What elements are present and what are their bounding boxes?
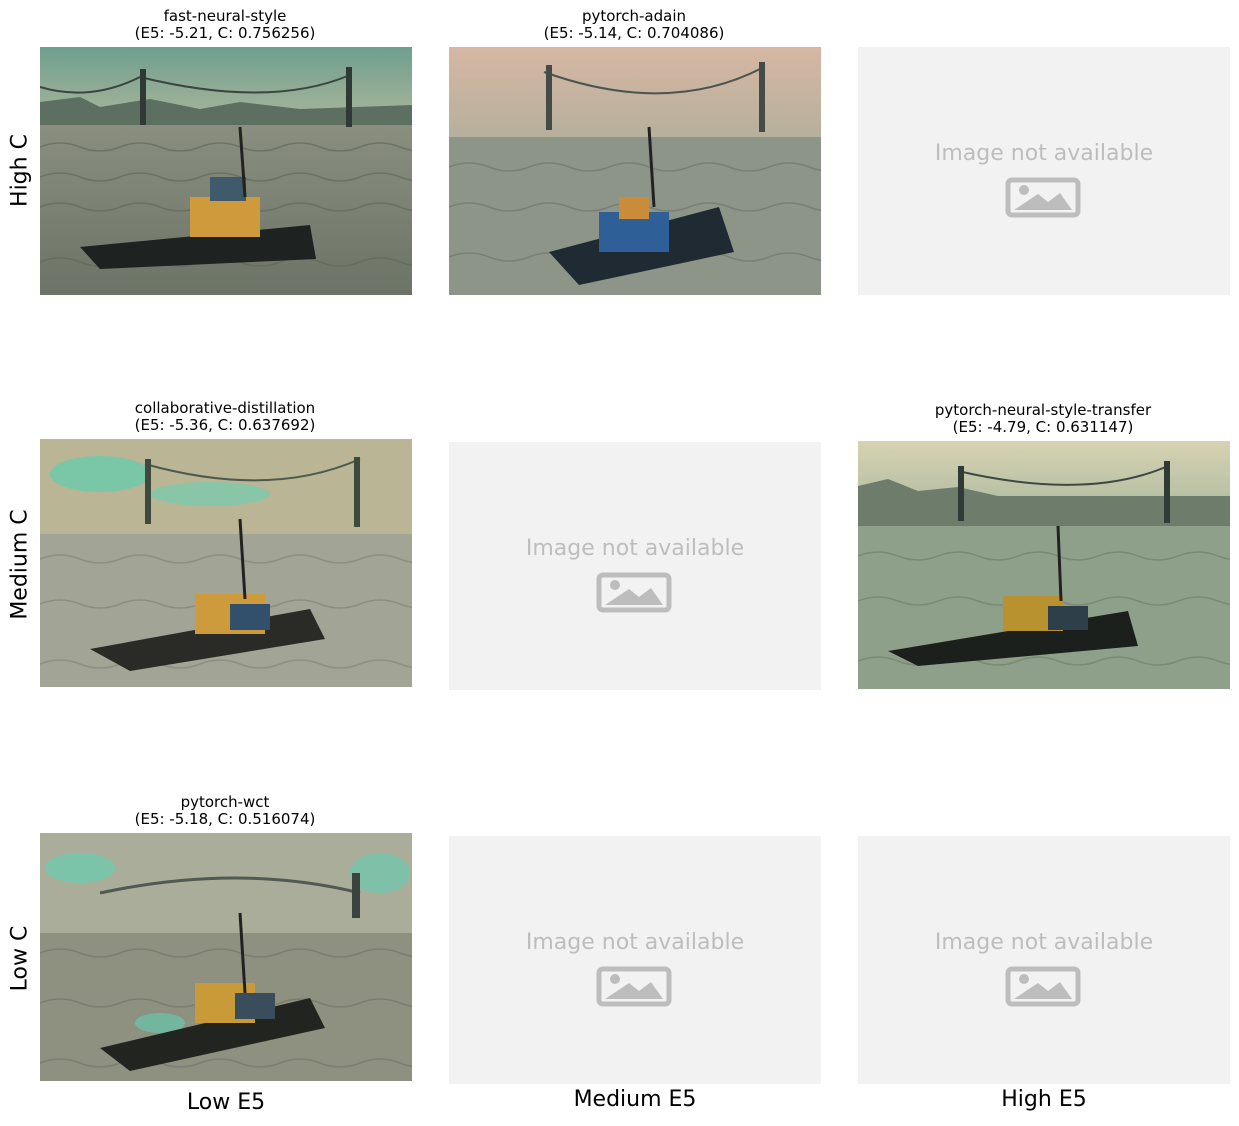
cell-title: pytorch-adain (E5: -5.14, C: 0.704086): [543, 7, 725, 42]
tugboat-painting: [858, 441, 1230, 689]
tugboat-painting: [40, 439, 412, 687]
tugboat-painting: [40, 833, 412, 1081]
cell-title: pytorch-wct (E5: -5.18, C: 0.516074): [134, 793, 316, 828]
cell-title: fast-neural-style (E5: -5.21, C: 0.756256…: [134, 7, 316, 42]
cell-title: pytorch-neural-style-transfer (E5: -4.79,…: [934, 401, 1152, 436]
stylized-image-fast-neural-style: [40, 47, 412, 295]
row-label-low-c: Low C: [7, 925, 33, 992]
stylized-image-pytorch-adain: [449, 47, 821, 295]
image-unavailable-placeholder: Image not available: [858, 836, 1230, 1084]
cell-title: collaborative-distillation (E5: -5.36, C:…: [134, 399, 316, 434]
col-label-medium-e5: Medium E5: [573, 1087, 697, 1112]
col-label-high-e5: High E5: [1001, 1087, 1087, 1112]
row-label-high-c: High C: [7, 134, 33, 207]
image-unavailable-placeholder: Image not available: [449, 442, 821, 690]
unavailable-text: Image not available: [526, 930, 744, 955]
unavailable-text: Image not available: [935, 141, 1153, 166]
tugboat-painting: [40, 47, 412, 295]
tugboat-painting: [449, 47, 821, 295]
stylized-image-collaborative-distillation: [40, 439, 412, 687]
image-unavailable-placeholder: Image not available: [858, 47, 1230, 295]
col-label-low-e5: Low E5: [186, 1090, 266, 1115]
image-unavailable-placeholder: Image not available: [449, 836, 821, 1084]
stylized-image-pytorch-wct: [40, 833, 412, 1081]
unavailable-text: Image not available: [935, 930, 1153, 955]
stylized-image-pytorch-neural-style-transfer: [858, 441, 1230, 689]
row-label-medium-c: Medium C: [7, 509, 33, 620]
unavailable-text: Image not available: [526, 536, 744, 561]
